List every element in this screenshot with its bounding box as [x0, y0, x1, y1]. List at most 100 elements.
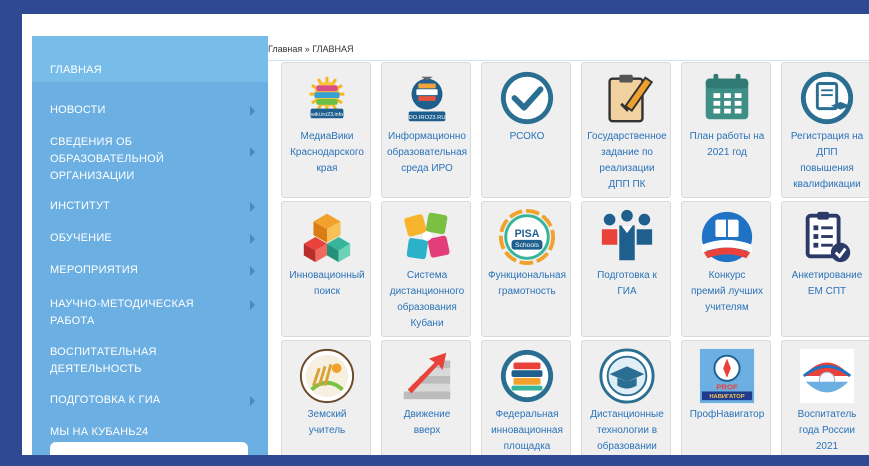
tile-logo-text: Schools — [515, 242, 540, 249]
tile-label-line: Подготовка к — [597, 270, 657, 281]
tile-logo-text: wiki.iro23.info — [311, 112, 343, 118]
sidebar-item-label-line: РАБОТА — [50, 315, 95, 327]
tile-gos-zadanie[interactable]: Государственное задание по реализации ДПП П… — [581, 62, 671, 198]
tile-label-line: года России — [799, 425, 855, 436]
tile-label: Воспитатель года России 2021 — [782, 407, 869, 455]
tile-info-env[interactable]: DO.IRO23.RU Информационно образовательная с… — [381, 62, 471, 198]
tile-logo-text: НАВИГАТОР — [709, 394, 744, 400]
tile-gia-prep[interactable]: Подготовка к ГИА — [581, 201, 671, 337]
tile-label-line: Краснодарского — [290, 147, 364, 158]
zemsky-logo-icon — [298, 347, 356, 405]
tile-label-line: Конкурс — [708, 270, 746, 281]
tile-label: Дистанционные технологии в образовании — [582, 407, 672, 455]
tile-label-line: технологии в — [596, 425, 658, 436]
tile-label: РСОКО — [482, 129, 572, 145]
tile-label-line: Движение — [403, 409, 451, 420]
sidebar-item-5[interactable]: МЕРОПРИЯТИЯ — [50, 262, 255, 279]
sidebar-item-2[interactable]: СВЕДЕНИЯ ОБ ОБРАЗОВАТЕЛЬНОЙ ОРГАНИЗАЦИИ — [50, 134, 255, 185]
sidebar-item-4[interactable]: ОБУЧЕНИЕ — [50, 230, 255, 247]
checkmark-circle-icon — [498, 69, 556, 127]
tile-label: Информационно образовательная среда ИРО — [382, 129, 472, 177]
tile-profnav[interactable]: PROF НАВИГАТОР ПрофНавигатор — [681, 340, 771, 455]
tile-zemsky[interactable]: Земский учитель — [281, 340, 371, 455]
sidebar-item-label-line: МЫ НА КУБАНЬ24 — [50, 426, 149, 438]
tile-label-line: Федеральная — [495, 409, 559, 420]
tile-registration[interactable]: Регистрация на ДПП повышения квалификации — [781, 62, 869, 198]
tile-label-line: План работы на — [689, 131, 765, 142]
sidebar-menu: ГЛАВНАЯ НОВОСТИ СВЕДЕНИЯ ОБ ОБРАЗОВАТЕЛЬНОЙ… — [32, 36, 268, 455]
sidebar-item-8[interactable]: ПОДГОТОВКА К ГИА — [50, 392, 255, 409]
tile-label-line: Государственное — [587, 131, 667, 142]
tile-label-line: ДПП ПК — [608, 179, 646, 190]
tile-label-line: грамотность — [498, 286, 556, 297]
stairs-arrow-icon — [398, 347, 456, 405]
tile-label-line: Система — [406, 270, 448, 281]
tile-distance-system[interactable]: Система дистанционного образования Кубани — [381, 201, 471, 337]
students-icon — [598, 208, 656, 266]
cubes-icon — [298, 208, 356, 266]
tile-label-line: Регистрация на — [790, 131, 864, 142]
pisa-badge-icon: PISA Schools — [498, 208, 556, 266]
tile-label-line: квалификации — [793, 179, 861, 190]
sidebar-bottom-widget — [50, 442, 248, 455]
tile-label: Регистрация на ДПП повышения квалификации — [782, 129, 869, 193]
sidebar-item-3[interactable]: ИНСТИТУТ — [50, 198, 255, 215]
tile-label: МедиаВики Краснодарского края — [282, 129, 372, 177]
sidebar-item-label-line: ПОДГОТОВКА К ГИА — [50, 394, 161, 406]
sidebar-item-7[interactable]: ВОСПИТАТЕЛЬНАЯ ДЕЯТЕЛЬНОСТЬ — [50, 344, 250, 378]
tile-label: ПрофНавигатор — [682, 407, 772, 423]
sidebar-item-9[interactable]: МЫ НА КУБАНЬ24 — [50, 424, 250, 441]
wiki-books-icon: wiki.iro23.info — [298, 69, 356, 127]
tile-label-line: ДПП — [816, 147, 838, 158]
tile-label-line: 2021 — [815, 441, 839, 452]
grad-cap-icon — [598, 347, 656, 405]
tile-logo-text: PISA — [515, 228, 540, 240]
tile-label: Система дистанционного образования Кубани — [382, 268, 472, 332]
tile-mediawiki[interactable]: wiki.iro23.info МедиаВики Краснодарского кр… — [281, 62, 371, 198]
tile-label-line: ЕМ СПТ — [807, 286, 847, 297]
certificate-icon — [798, 69, 856, 127]
chevron-right-icon — [250, 147, 255, 157]
sidebar-item-label-line: ВОСПИТАТЕЛЬНАЯ — [50, 346, 157, 358]
sidebar-item-6[interactable]: НАУЧНО-МЕТОДИЧЕСКАЯ РАБОТА — [50, 296, 255, 330]
sidebar-item-label-line: ОРГАНИЗАЦИИ — [50, 170, 135, 182]
chevron-right-icon — [250, 396, 255, 406]
checklist-icon — [798, 208, 856, 266]
tile-federal-innov[interactable]: Федеральная инновационная площадка — [481, 340, 571, 455]
tile-label: Государственное задание по реализации ДПП П… — [582, 129, 672, 193]
tile-label: Функциональная грамотность — [482, 268, 572, 300]
sidebar-item-0[interactable]: ГЛАВНАЯ — [50, 62, 250, 79]
sidebar-item-label-line: ИНСТИТУТ — [50, 200, 111, 212]
calendar-icon — [698, 69, 756, 127]
tile-rsoko[interactable]: РСОКО — [481, 62, 571, 198]
breadcrumb-divider — [268, 60, 869, 61]
tile-func-literacy[interactable]: PISA Schools Функциональная грамотность — [481, 201, 571, 337]
tile-innov-search[interactable]: Инновационный поиск — [281, 201, 371, 337]
tile-logo-text: DO.IRO23.RU — [408, 115, 445, 121]
sidebar-item-label-line: СВЕДЕНИЯ ОБ — [50, 136, 133, 148]
tile-label-line: премий лучших — [690, 286, 764, 297]
tile-label-line: Анкетирование — [791, 270, 863, 281]
tile-educator-year[interactable]: Воспитатель года России 2021 — [781, 340, 869, 455]
tile-distance-tech[interactable]: Дистанционные технологии в образовании — [581, 340, 671, 455]
tile-label-line: Функциональная — [487, 270, 566, 281]
tile-label-line: среда ИРО — [401, 163, 453, 174]
sidebar-item-1[interactable]: НОВОСТИ — [50, 102, 255, 119]
tile-label-line: поиск — [314, 286, 340, 297]
tile-label-line: вверх — [413, 425, 441, 436]
chevron-right-icon — [250, 234, 255, 244]
clipboard-pencil-icon — [598, 69, 656, 127]
tile-survey[interactable]: Анкетирование ЕМ СПТ — [781, 201, 869, 337]
tile-label-line: 2021 год — [707, 147, 747, 158]
sidebar-item-label-line: МЕРОПРИЯТИЯ — [50, 264, 139, 276]
breadcrumb[interactable]: Главная » ГЛАВНАЯ — [268, 44, 354, 54]
tile-plan-2021[interactable]: План работы на 2021 год — [681, 62, 771, 198]
tile-label: Анкетирование ЕМ СПТ — [782, 268, 869, 300]
tile-label-line: Инновационный — [289, 270, 365, 281]
browser-frame: ГЛАВНАЯ НОВОСТИ СВЕДЕНИЯ ОБ ОБРАЗОВАТЕЛЬНОЙ… — [22, 14, 869, 455]
tile-movement-up[interactable]: Движение вверх — [381, 340, 471, 455]
tile-label-line: Кубани — [410, 318, 444, 329]
tile-label-line: Дистанционные — [590, 409, 664, 420]
tile-label-line: учителям — [705, 302, 749, 313]
tile-best-teachers[interactable]: Конкурс премий лучших учителям — [681, 201, 771, 337]
